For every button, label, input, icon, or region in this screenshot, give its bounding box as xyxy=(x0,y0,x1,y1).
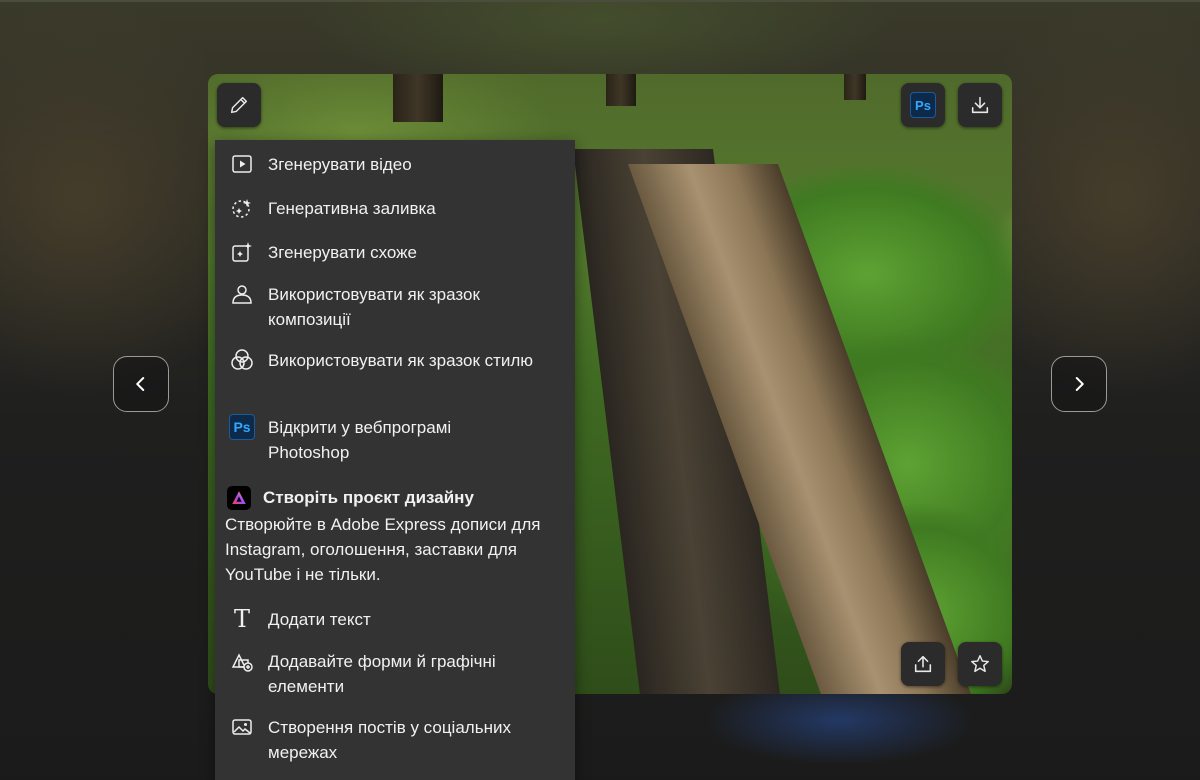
photoshop-icon: Ps xyxy=(229,414,255,440)
tree-trunk xyxy=(606,74,636,106)
menu-item-generate-video[interactable]: Згенерувати відео xyxy=(229,152,567,177)
menu-item-generate-similar[interactable]: Згенерувати схоже xyxy=(229,240,567,265)
menu-item-label: Генеративна заливка xyxy=(268,199,436,218)
menu-item-style-reference[interactable]: Використовувати як зразок стилю xyxy=(229,348,567,373)
text-icon: T xyxy=(233,605,250,633)
shapes-icon xyxy=(229,648,255,674)
generate-similar-icon xyxy=(229,239,255,265)
open-in-photoshop-button[interactable]: Ps xyxy=(901,83,945,127)
menu-item-label: Згенерувати відео xyxy=(268,155,412,174)
menu-item-label: Використовувати як зразок стилю xyxy=(268,351,534,370)
download-button[interactable] xyxy=(958,83,1002,127)
menu-item-label: Додавайте форми й графічні елементи xyxy=(268,652,496,696)
adobe-express-logo-icon xyxy=(227,485,251,510)
menu-item-add-text[interactable]: T Додати текст xyxy=(229,607,567,632)
pencil-icon xyxy=(230,96,248,114)
video-icon xyxy=(229,151,255,177)
favorite-button[interactable] xyxy=(958,642,1002,686)
menu-item-composition-reference[interactable]: Використовувати як зразок композиції xyxy=(229,282,567,332)
edit-menu: Згенерувати відео Генеративна заливка Зг… xyxy=(215,140,575,780)
menu-item-label: Використовувати як зразок композиції xyxy=(268,285,480,329)
top-divider xyxy=(0,0,1200,2)
menu-item-label: Згенерувати схоже xyxy=(268,243,417,262)
menu-item-label: Відкрити у вебпрограмі Photoshop xyxy=(268,418,452,462)
adobe-express-promo: Створіть проєкт дизайну Створюйте в Adob… xyxy=(225,485,567,587)
edit-button[interactable] xyxy=(217,83,261,127)
chevron-right-icon xyxy=(1075,377,1084,391)
express-description: Створюйте в Adobe Express дописи для Ins… xyxy=(225,515,541,584)
tree-trunk xyxy=(844,74,866,100)
photoshop-icon: Ps xyxy=(910,92,936,118)
express-title: Створіть проєкт дизайну xyxy=(263,488,474,507)
next-image-button[interactable] xyxy=(1051,356,1107,412)
download-icon xyxy=(971,96,989,114)
tree-trunk xyxy=(393,74,443,122)
person-reference-icon xyxy=(229,281,255,307)
chevron-left-icon xyxy=(136,377,145,391)
previous-image-button[interactable] xyxy=(113,356,169,412)
generative-fill-icon xyxy=(229,195,255,221)
share-icon xyxy=(914,655,932,673)
style-reference-icon xyxy=(229,347,255,373)
menu-item-social-posts[interactable]: Створення постів у соціальних мережах xyxy=(229,715,567,765)
menu-item-open-photoshop[interactable]: Ps Відкрити у вебпрограмі Photoshop xyxy=(229,414,567,465)
menu-item-label: Додати текст xyxy=(268,610,371,629)
image-post-icon xyxy=(229,714,255,740)
share-button[interactable] xyxy=(901,642,945,686)
menu-item-generative-fill[interactable]: Генеративна заливка xyxy=(229,196,567,221)
menu-item-label: Створення постів у соціальних мережах xyxy=(268,718,511,762)
menu-item-add-shapes[interactable]: Додавайте форми й графічні елементи xyxy=(229,649,567,699)
star-icon xyxy=(971,655,989,673)
